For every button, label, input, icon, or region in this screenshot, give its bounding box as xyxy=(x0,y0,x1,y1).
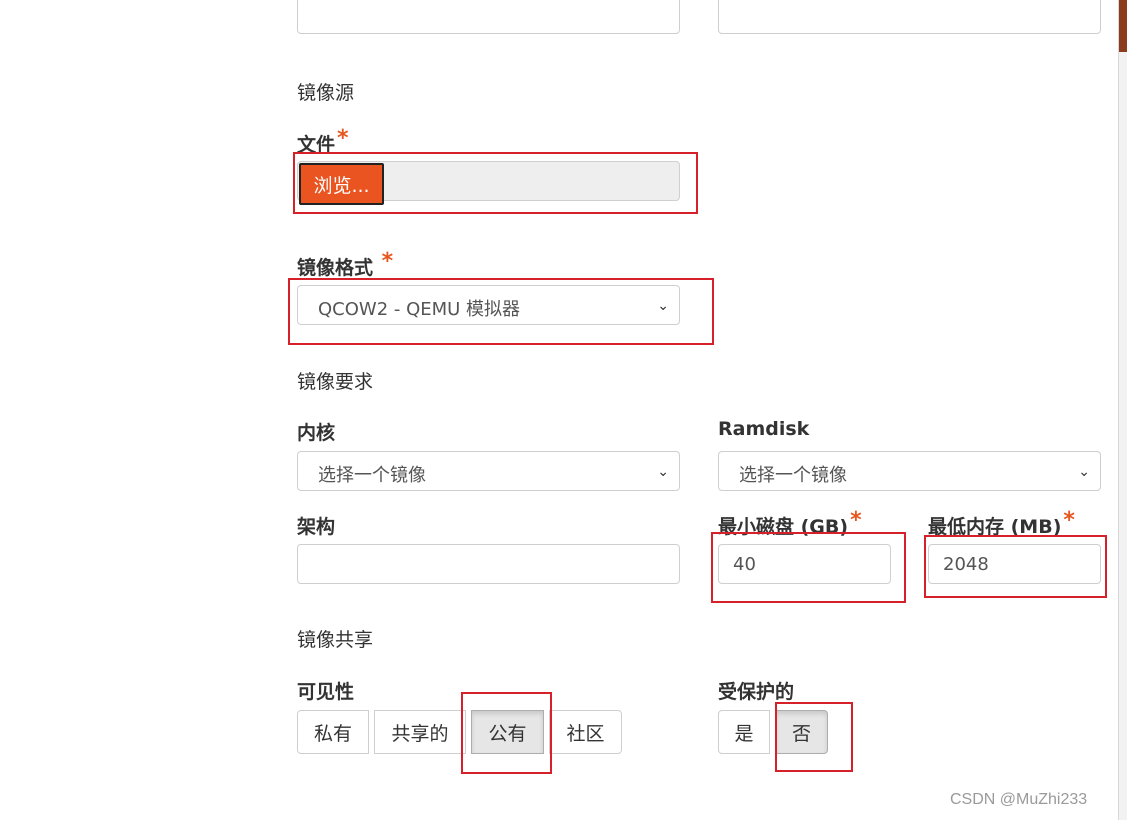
section-image-source: 镜像源 xyxy=(297,82,355,104)
section-image-sharing: 镜像共享 xyxy=(297,629,374,651)
highlight-box-protected xyxy=(775,702,853,772)
ramdisk-select[interactable]: 选择一个镜像 ⌄ xyxy=(718,451,1101,491)
chevron-down-icon: ⌄ xyxy=(1078,464,1090,480)
watermark: CSDN @MuZhi233 xyxy=(950,791,1088,808)
highlight-box-format xyxy=(288,278,714,345)
adjacent-window-edge-top xyxy=(1119,0,1127,52)
visibility-option-community[interactable]: 社区 xyxy=(549,710,622,754)
required-mark: * xyxy=(850,508,862,533)
required-mark: * xyxy=(381,249,394,274)
architecture-label: 架构 xyxy=(297,516,336,538)
format-label-text: 镜像格式 xyxy=(297,257,374,279)
ramdisk-select-value: 选择一个镜像 xyxy=(739,465,847,486)
top-left-input[interactable] xyxy=(297,0,680,34)
visibility-option-private[interactable]: 私有 xyxy=(297,710,369,754)
highlight-box-min-disk xyxy=(711,532,906,603)
required-mark: * xyxy=(1063,508,1075,533)
protected-option-yes[interactable]: 是 xyxy=(718,710,770,754)
required-mark: * xyxy=(337,126,349,151)
section-image-requirements: 镜像要求 xyxy=(297,371,374,393)
format-label: 镜像格式 * xyxy=(297,249,393,280)
visibility-option-shared[interactable]: 共享的 xyxy=(374,710,466,754)
architecture-input[interactable] xyxy=(297,544,680,584)
protected-label: 受保护的 xyxy=(718,681,795,703)
kernel-select-value: 选择一个镜像 xyxy=(318,465,426,486)
highlight-box-visibility xyxy=(461,692,552,774)
chevron-down-icon: ⌄ xyxy=(657,464,669,480)
kernel-label: 内核 xyxy=(297,422,336,444)
kernel-select[interactable]: 选择一个镜像 ⌄ xyxy=(297,451,680,491)
ramdisk-label: Ramdisk xyxy=(718,418,810,440)
top-right-input[interactable] xyxy=(718,0,1101,34)
highlight-box-file xyxy=(293,152,698,214)
visibility-label: 可见性 xyxy=(297,681,355,703)
adjacent-window-edge xyxy=(1118,0,1127,820)
highlight-box-min-ram xyxy=(924,535,1107,598)
